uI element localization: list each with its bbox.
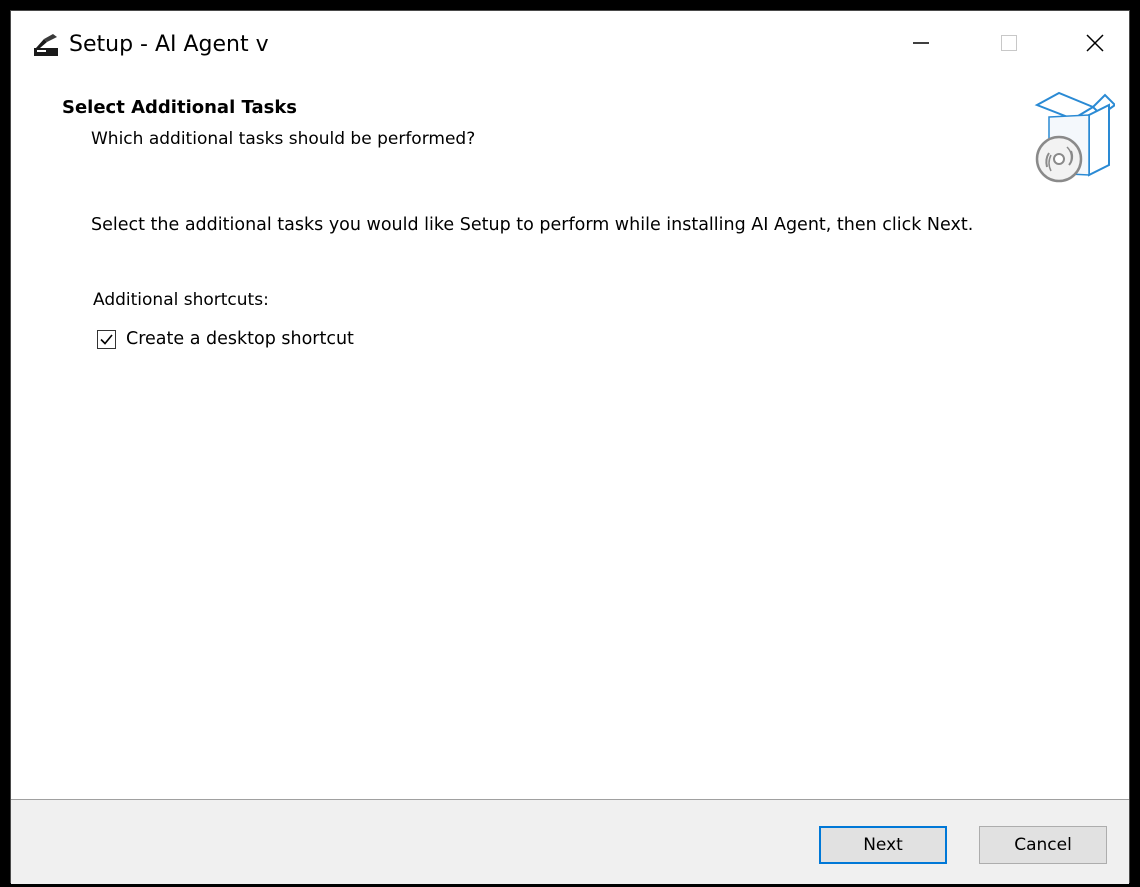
title-bar[interactable]: Setup - AI Agent v [11, 11, 1129, 79]
maximize-button [979, 11, 1039, 79]
page-title: Select Additional Tasks [62, 97, 298, 118]
minimize-icon [911, 33, 931, 57]
desktop-shortcut-checkbox[interactable] [97, 329, 116, 349]
instructions-text: Select the additional tasks you would li… [91, 215, 974, 235]
checkmark-icon [100, 333, 113, 345]
wizard-header: Select Additional Tasks Which additional… [11, 79, 1129, 191]
window-title: Setup - AI Agent v [69, 32, 269, 57]
next-button[interactable]: Next [819, 826, 947, 864]
software-box-icon [1029, 87, 1117, 183]
close-button[interactable] [1065, 11, 1125, 79]
minimize-button[interactable] [891, 11, 951, 79]
cancel-button[interactable]: Cancel [979, 826, 1107, 864]
setup-app-icon [33, 33, 59, 57]
close-icon [1085, 33, 1105, 57]
setup-window: Setup - AI Agent v Select Additional Tas… [10, 10, 1130, 884]
page-subtitle: Which additional tasks should be perform… [91, 129, 476, 149]
desktop-shortcut-option[interactable]: Create a desktop shortcut [97, 329, 354, 349]
wizard-content: Select the additional tasks you would li… [11, 191, 1129, 799]
shortcuts-group-label: Additional shortcuts: [93, 290, 269, 310]
maximize-icon [999, 33, 1019, 57]
wizard-footer: Next Cancel [11, 800, 1129, 884]
desktop-shortcut-label: Create a desktop shortcut [126, 329, 354, 349]
